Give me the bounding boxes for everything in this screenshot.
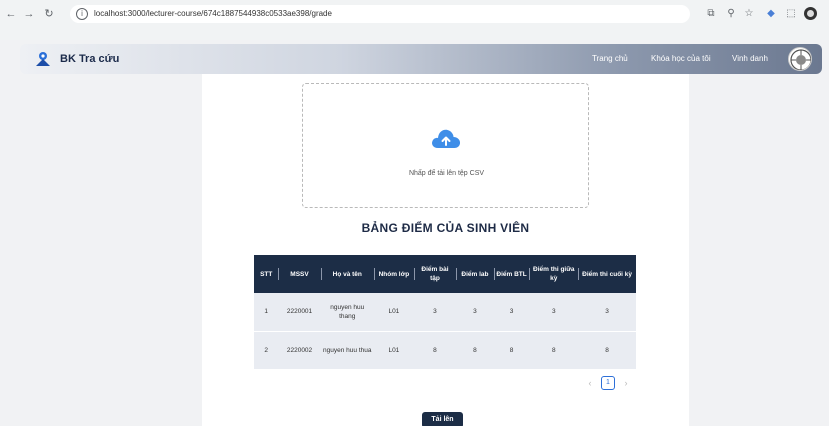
app-navbar: BK Tra cứu Trang chủ Khóa học của tôi Vi… xyxy=(20,44,822,74)
next-page-icon[interactable]: › xyxy=(621,376,631,390)
extensions-puzzle-icon[interactable]: ⬚ xyxy=(784,6,798,22)
browser-chrome: ← → ↻ i localhost:3000/lecturer-course/6… xyxy=(0,0,829,40)
nav-link-home[interactable]: Trang chủ xyxy=(592,53,628,65)
extension-icon[interactable]: ◆ xyxy=(764,6,778,22)
nav-link-honors[interactable]: Vinh danh xyxy=(732,53,768,65)
prev-page-icon[interactable]: ‹ xyxy=(585,376,595,390)
cell-mssv: 2220002 xyxy=(286,346,313,354)
column-header-group: Nhóm lớp xyxy=(373,255,414,293)
column-header-project: Điểm BTL xyxy=(493,255,530,293)
profile-avatar[interactable] xyxy=(804,7,817,20)
cell-lab: 8 xyxy=(473,346,477,354)
cell-lab: 3 xyxy=(473,308,477,316)
column-header-mssv: MSSV xyxy=(278,255,320,293)
cell-group: L01 xyxy=(388,346,400,354)
column-header-midterm: Điểm thi giữa kỳ xyxy=(529,255,578,293)
column-header-name: Họ và tên xyxy=(320,255,374,293)
user-avatar[interactable] xyxy=(788,47,812,71)
column-header-final: Điểm thi cuối kỳ xyxy=(578,255,636,293)
page-1-button[interactable]: 1 xyxy=(601,376,615,390)
upload-button[interactable]: Tải lên xyxy=(422,412,463,426)
cell-homework: 3 xyxy=(433,308,437,316)
site-info-icon[interactable]: i xyxy=(76,8,88,20)
csv-drop-zone[interactable]: Nhấp để tải lên tệp CSV xyxy=(302,83,589,208)
forward-icon[interactable]: → xyxy=(22,6,36,22)
cell-stt: 1 xyxy=(264,308,269,316)
cell-homework: 8 xyxy=(433,346,437,354)
reload-icon[interactable]: ↻ xyxy=(42,6,56,22)
bookmark-star-icon[interactable]: ☆ xyxy=(742,6,756,22)
cell-project: 3 xyxy=(509,308,514,316)
column-header-lab: Điểm lab xyxy=(456,255,494,293)
drop-zone-hint: Nhấp để tải lên tệp CSV xyxy=(408,170,485,177)
cell-midterm: 3 xyxy=(551,308,556,316)
nav-link-my-courses[interactable]: Khóa học của tôi xyxy=(651,53,711,65)
cell-project: 8 xyxy=(509,346,514,354)
table-row: 2 2220002 nguyen huu thua L01 8 8 8 8 8 xyxy=(254,331,636,369)
cell-name: nguyen huu thang xyxy=(330,303,365,320)
table-row: 1 2220001 nguyen huu thang L01 3 3 3 3 3 xyxy=(254,293,636,331)
url-text: localhost:3000/lecturer-course/674c18875… xyxy=(94,9,332,18)
cell-final: 3 xyxy=(605,308,609,316)
cell-midterm: 8 xyxy=(551,346,556,354)
logo-icon[interactable] xyxy=(34,50,52,68)
back-icon[interactable]: ← xyxy=(4,6,18,22)
cell-final: 8 xyxy=(605,346,609,354)
brand-name[interactable]: BK Tra cứu xyxy=(60,52,119,66)
install-app-icon[interactable]: ⧉ xyxy=(704,6,718,22)
cell-stt: 2 xyxy=(264,346,269,354)
avatar-emblem-icon xyxy=(790,49,811,70)
cell-group: L01 xyxy=(388,308,400,316)
table-title: BẢNG ĐIỂM CỦA SINH VIÊN xyxy=(361,221,530,235)
grades-table: STT MSSV Họ và tên Nhóm lớp Điểm bài tập… xyxy=(254,255,636,369)
grade-page-card: Nhấp để tải lên tệp CSV BẢNG ĐIỂM CỦA SI… xyxy=(202,74,689,426)
table-header-row: STT MSSV Họ và tên Nhóm lớp Điểm bài tập… xyxy=(254,255,636,293)
cell-mssv: 2220001 xyxy=(286,308,313,316)
cloud-upload-icon xyxy=(432,129,461,148)
column-header-homework: Điểm bài tập xyxy=(413,255,456,293)
cell-name: nguyen huu thua xyxy=(323,346,372,354)
address-bar[interactable]: i localhost:3000/lecturer-course/674c188… xyxy=(70,5,690,23)
column-header-stt: STT xyxy=(260,270,273,278)
zoom-icon[interactable]: ⚲ xyxy=(724,6,738,22)
